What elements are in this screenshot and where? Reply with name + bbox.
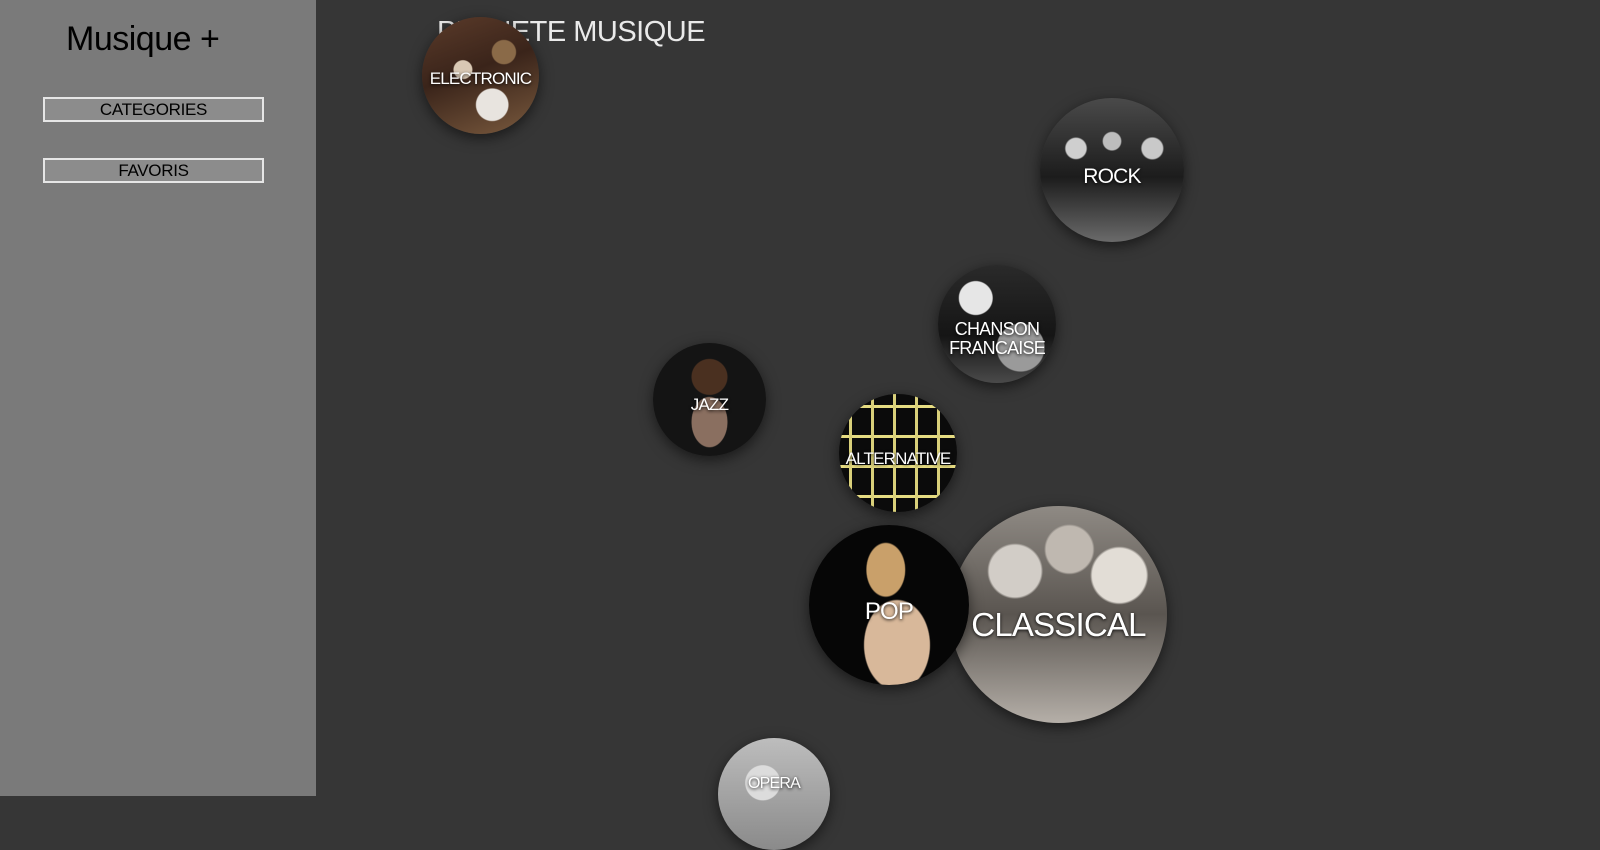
genre-bubble-pop[interactable]: POP bbox=[809, 525, 969, 685]
genre-label: ELECTRONIC bbox=[429, 68, 532, 88]
genre-label: OPERA bbox=[747, 774, 801, 792]
genre-bubble-jazz[interactable]: JAZZ bbox=[653, 343, 766, 456]
sidebar: Musique + CATEGORIES FAVORIS bbox=[0, 0, 316, 796]
genre-label: CLASSICAL bbox=[971, 606, 1146, 644]
genre-label: CHANSON FRANCAISE bbox=[949, 319, 1046, 358]
app-title: Musique + bbox=[66, 20, 220, 58]
favoris-button[interactable]: FAVORIS bbox=[43, 158, 264, 183]
genre-bubble-electronic[interactable]: ELECTRONIC bbox=[422, 17, 539, 134]
main-content: PLANETE MUSIQUE ELECTRONIC ROCK CHANSON … bbox=[316, 0, 1600, 850]
genre-bubble-chanson-francaise[interactable]: CHANSON FRANCAISE bbox=[938, 265, 1056, 383]
genre-label: ROCK bbox=[1083, 164, 1141, 188]
genre-label: ALTERNATIVE bbox=[845, 449, 952, 469]
genre-bubble-opera[interactable]: OPERA bbox=[718, 738, 830, 850]
genre-label: JAZZ bbox=[690, 394, 729, 414]
genre-bubble-classical[interactable]: CLASSICAL bbox=[950, 506, 1167, 723]
genre-bubble-alternative[interactable]: ALTERNATIVE bbox=[839, 394, 957, 512]
categories-button[interactable]: CATEGORIES bbox=[43, 97, 264, 122]
genre-label: POP bbox=[864, 598, 914, 626]
opera-cover-image bbox=[718, 738, 830, 850]
genre-bubble-rock[interactable]: ROCK bbox=[1040, 98, 1184, 242]
